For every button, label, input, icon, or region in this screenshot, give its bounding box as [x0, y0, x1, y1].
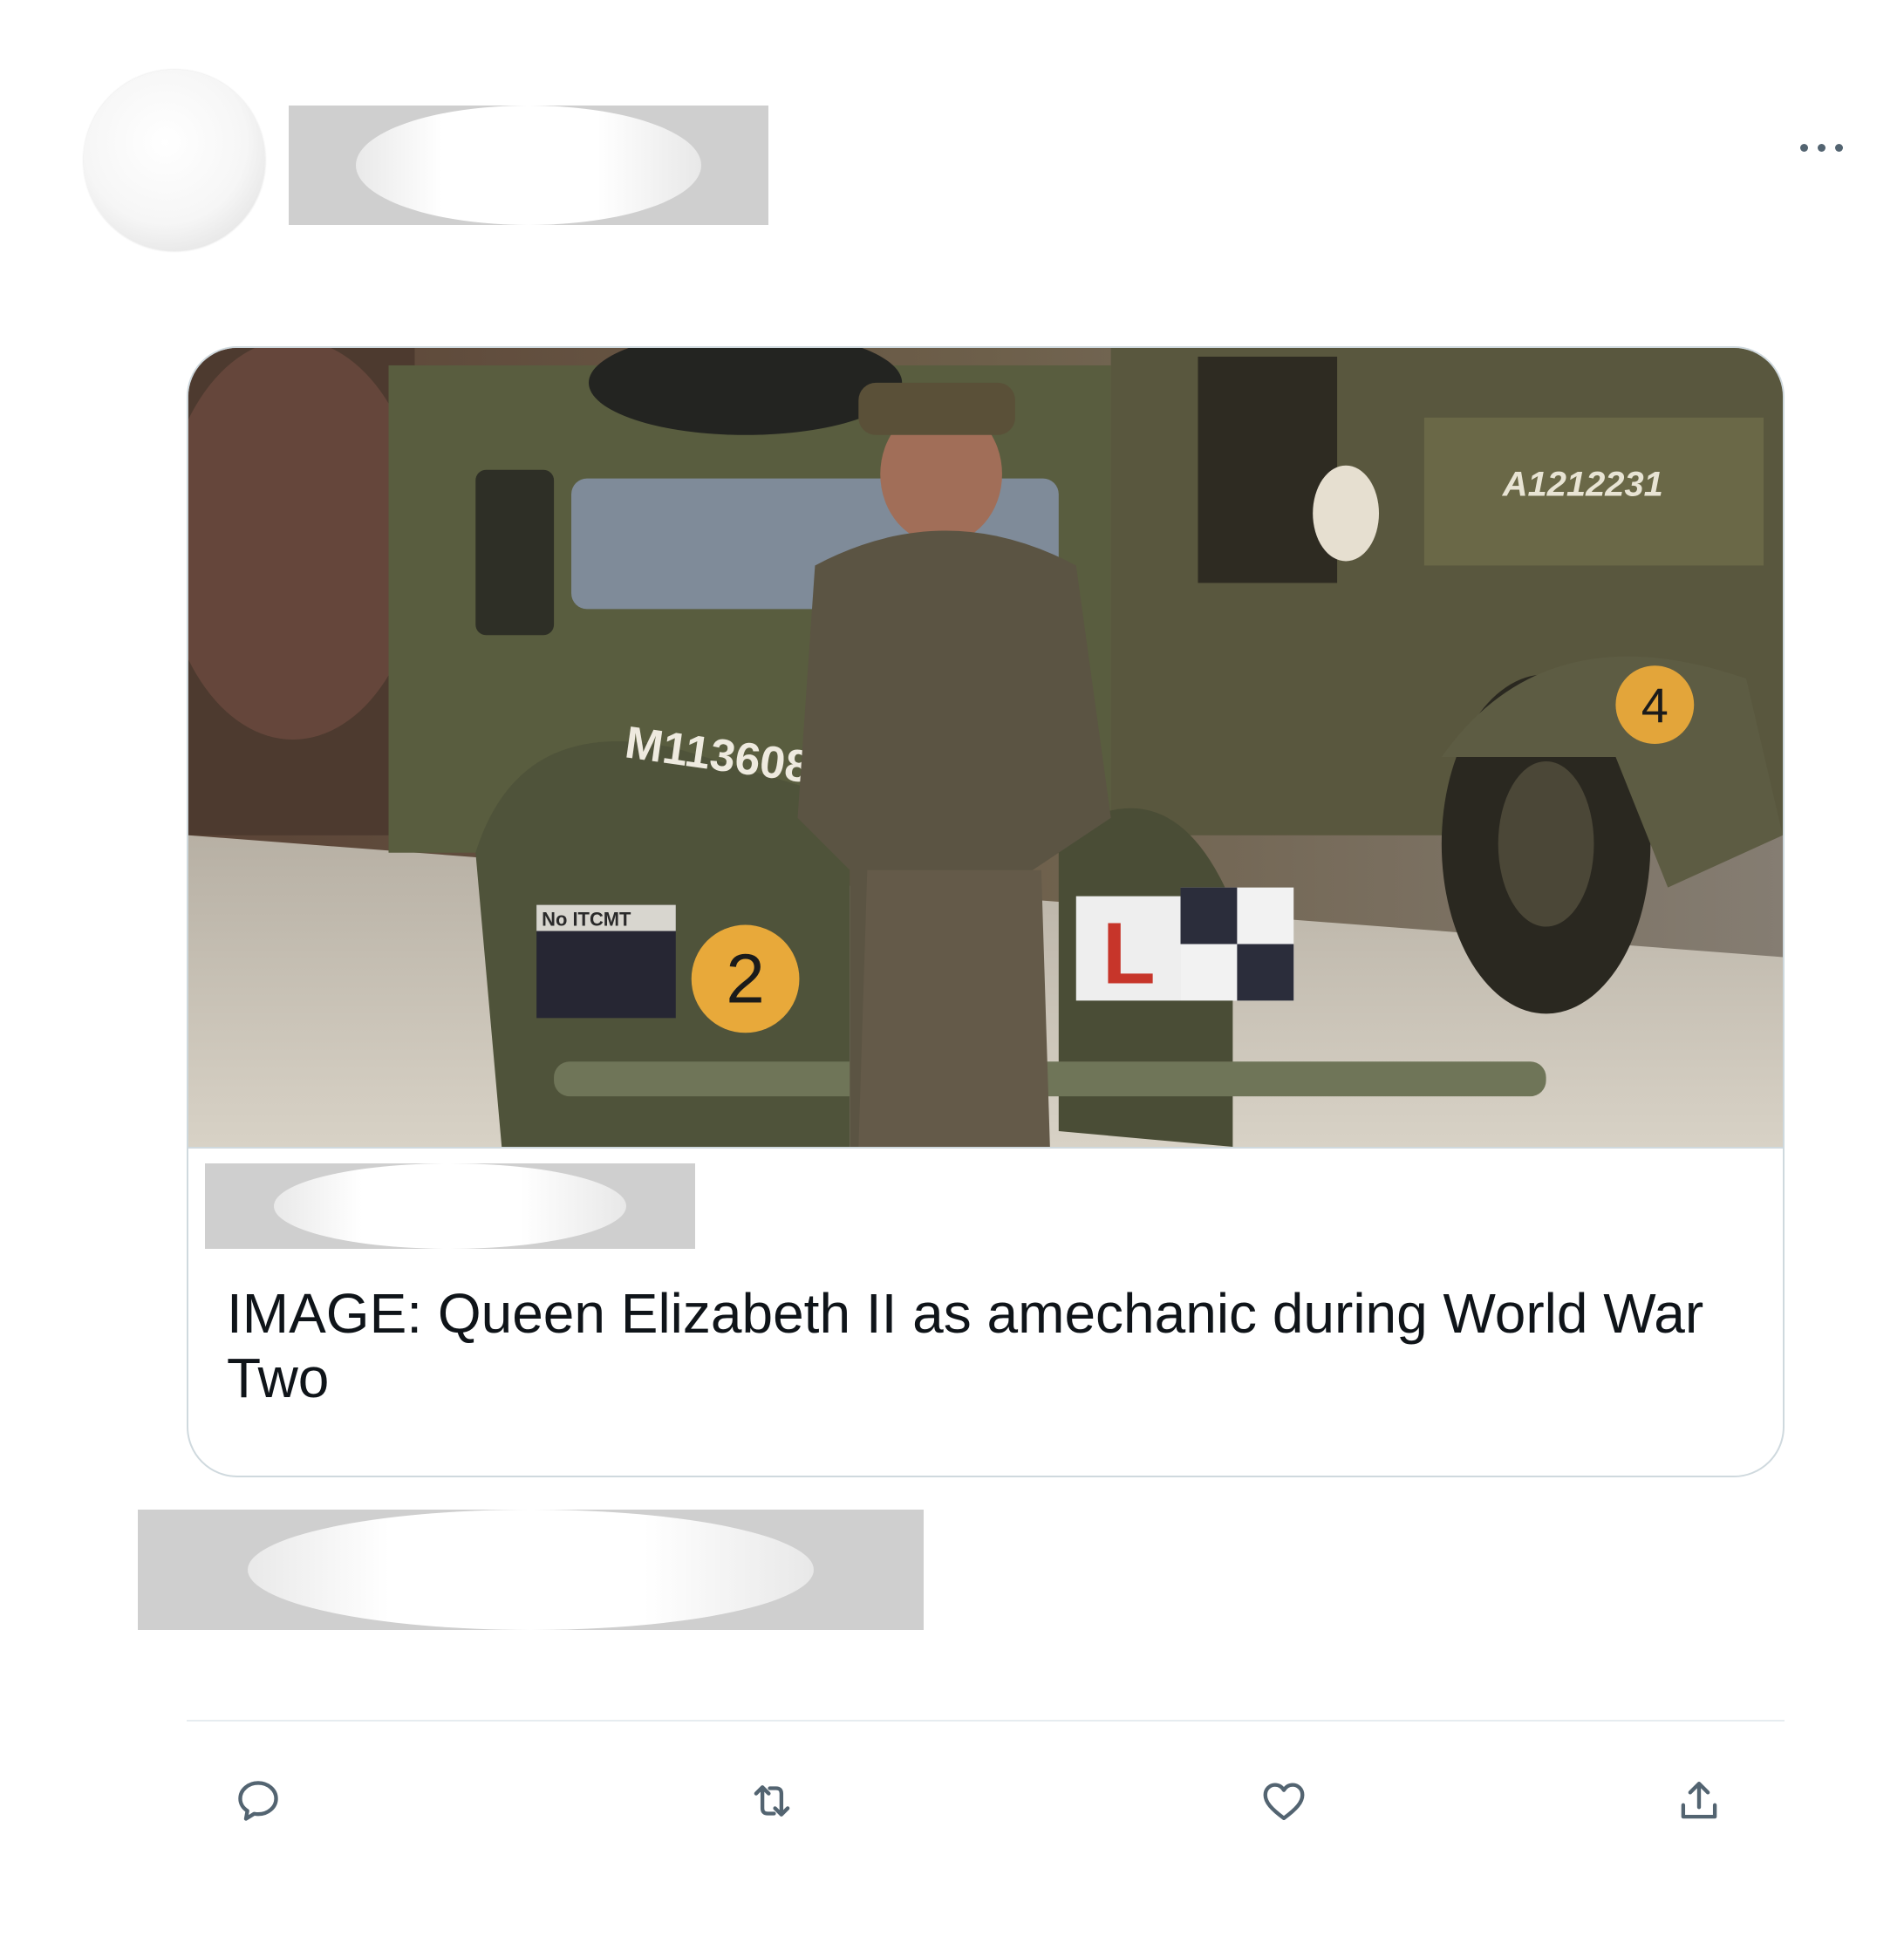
card-title: IMAGE: Queen Elizabeth II as amechanic d… [227, 1282, 1704, 1409]
learner-plate-text: L [1102, 905, 1156, 1002]
link-card[interactable]: A1212231 4 M1136086 No ITCMT 2 L IMAGE: … [187, 346, 1785, 1477]
rear-truck-serial-text: A1212231 [1502, 466, 1663, 504]
dot-icon [1800, 144, 1808, 152]
action-divider [187, 1720, 1785, 1722]
dot-icon [1835, 144, 1843, 152]
like-button[interactable] [1253, 1770, 1314, 1831]
share-button[interactable] [1669, 1770, 1730, 1831]
rear-number-text: 4 [1641, 678, 1669, 733]
share-icon [1681, 1782, 1717, 1819]
retweet-button[interactable] [741, 1770, 802, 1831]
more-options-button[interactable] [1800, 144, 1843, 152]
reply-button[interactable] [228, 1770, 289, 1831]
retweet-icon [754, 1785, 790, 1817]
redacted-author-name [289, 106, 768, 225]
reply-icon [238, 1781, 278, 1821]
heart-icon [1263, 1783, 1305, 1820]
card-image[interactable]: A1212231 4 M1136086 No ITCMT 2 L [188, 348, 1783, 1149]
front-number-text: 2 [726, 939, 764, 1017]
wwii-photo: A1212231 4 M1136086 No ITCMT 2 L [188, 348, 1783, 1147]
avatar[interactable] [84, 70, 265, 251]
fender-stencil-text: No ITCMT [542, 909, 631, 931]
redacted-timestamp [138, 1510, 924, 1630]
redacted-link-domain [205, 1163, 695, 1249]
dot-icon [1818, 144, 1826, 152]
